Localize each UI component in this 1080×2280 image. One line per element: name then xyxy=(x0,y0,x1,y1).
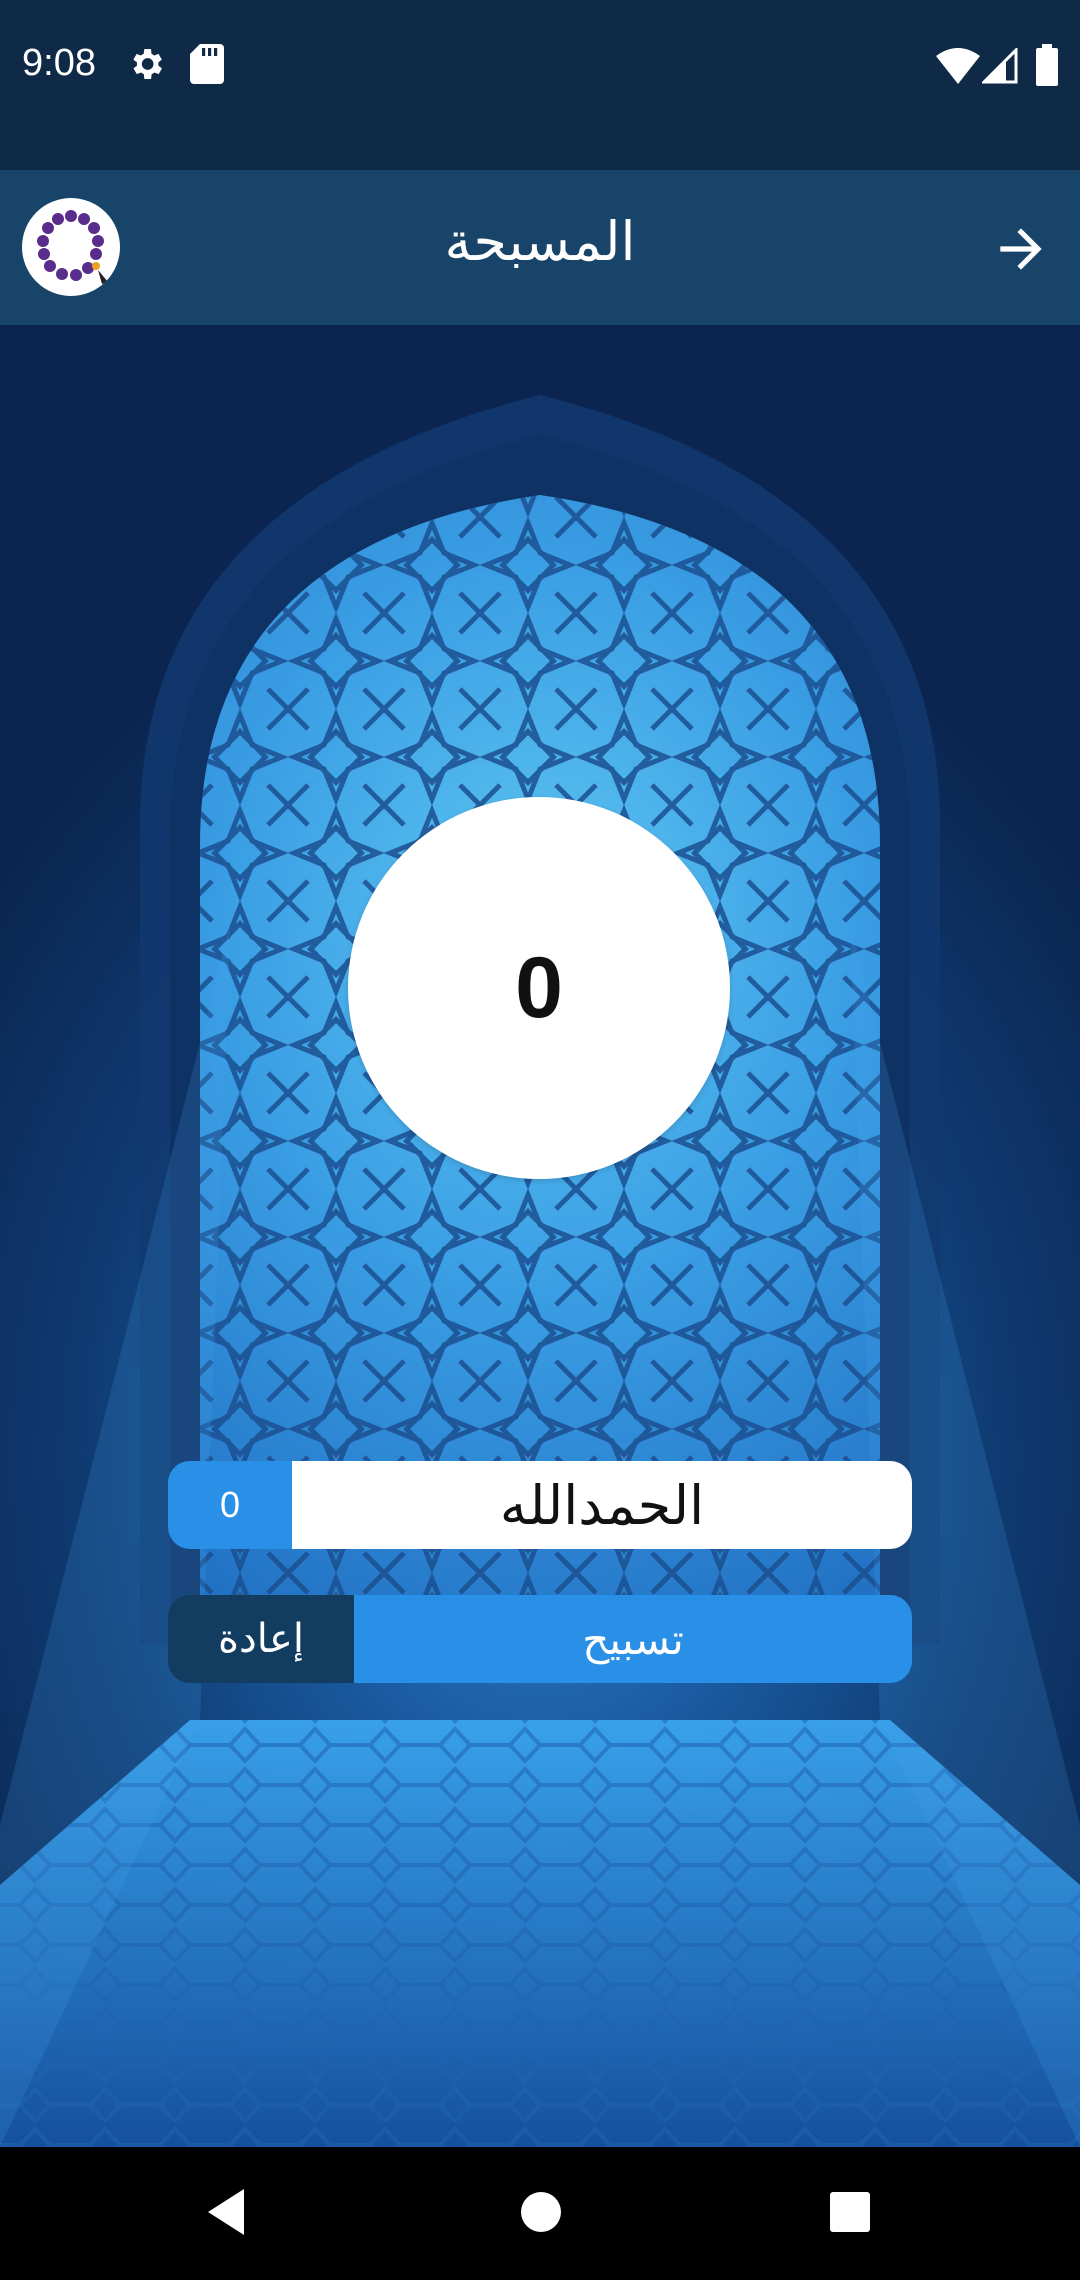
recents-square-icon[interactable] xyxy=(828,2187,872,2241)
navigation-bar xyxy=(0,2147,1080,2280)
settings-icon xyxy=(126,44,166,88)
reset-button[interactable]: إعادة xyxy=(168,1595,354,1683)
battery-icon xyxy=(1036,44,1058,90)
signal-icon xyxy=(980,46,1018,88)
main-background: 0 0 الحمدالله إعادة تسبيح xyxy=(0,325,1080,2147)
sd-card-icon xyxy=(190,44,224,88)
page-title: المسبحة xyxy=(444,210,636,273)
tasbih-button[interactable]: تسبيح xyxy=(354,1595,912,1683)
buttons-row: إعادة تسبيح xyxy=(168,1595,912,1683)
arrow-forward-icon[interactable] xyxy=(990,218,1052,280)
dhikr-count: 0 xyxy=(168,1461,292,1549)
home-circle-icon[interactable] xyxy=(519,2187,563,2241)
counter-button[interactable]: 0 xyxy=(348,797,730,1179)
counter-value: 0 xyxy=(515,939,563,1036)
mosque-window-background xyxy=(0,395,1080,2147)
dhikr-row: 0 الحمدالله xyxy=(168,1461,912,1549)
status-time: 9:08 xyxy=(22,42,96,84)
dhikr-text: الحمدالله xyxy=(292,1461,912,1549)
back-triangle-icon[interactable] xyxy=(204,2187,248,2241)
wifi-icon xyxy=(936,48,980,88)
app-bar: المسبحة xyxy=(0,170,1080,325)
status-bar: 9:08 xyxy=(0,0,1080,170)
